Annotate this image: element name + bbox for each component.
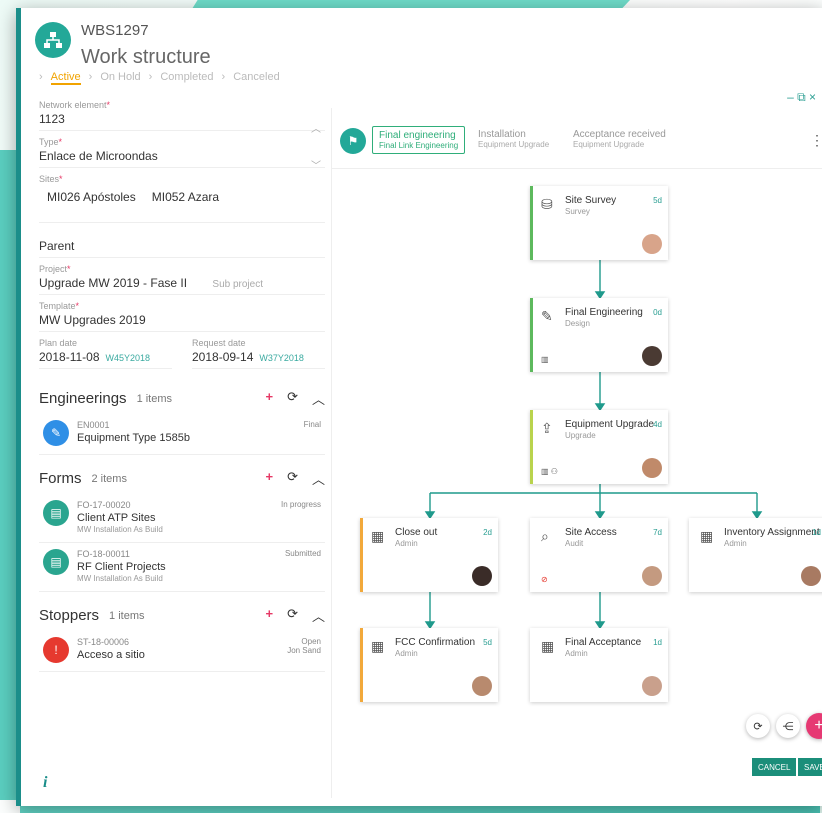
page-title: Work structure — [81, 46, 211, 68]
step-on-hold[interactable]: On Hold — [100, 71, 140, 85]
step-active[interactable]: Active — [50, 71, 81, 85]
add-icon[interactable]: + — [265, 469, 273, 488]
stoppers-section: Stoppers 1 items + ⟳ ︿ ! ST-18-00006 Acc… — [39, 606, 325, 672]
workflow-node[interactable]: ▦ Inventory Assignment Admin 1d — [689, 518, 822, 592]
type-field[interactable]: Type* Enlace de Microondas ﹀ — [39, 137, 325, 172]
sites-field[interactable]: Sites* MI026 Apóstoles MI052 Azara — [39, 174, 325, 223]
avatar[interactable] — [472, 566, 492, 586]
details-panel: Network element* 1123 ︿ Type* Enlace de … — [39, 100, 325, 672]
avatar[interactable] — [472, 676, 492, 696]
list-item[interactable]: ! ST-18-00006 Acceso a sitio Open Jon San… — [39, 631, 325, 672]
status-steps: › Active › On Hold › Completed › Cancele… — [39, 71, 280, 85]
workflow-node[interactable]: ✎ Final Engineering Design 0d ▥ — [530, 298, 668, 372]
forms-section: Forms 2 items + ⟳ ︿ ▤ FO-17-00020 Client… — [39, 469, 325, 592]
upgrade-icon: ⇪ — [541, 420, 553, 436]
wrench-icon: ✎ — [43, 420, 69, 446]
workflow-node[interactable]: ▦ Final Acceptance Admin 1d — [530, 628, 668, 702]
calendar-icon: ▦ — [700, 528, 714, 544]
avatar[interactable] — [642, 458, 662, 478]
add-icon[interactable]: + — [265, 389, 273, 408]
avatar[interactable] — [642, 346, 662, 366]
calendar-icon: ▦ — [371, 528, 385, 544]
network-element-field[interactable]: Network element* 1123 ︿ — [39, 100, 325, 135]
project-field[interactable]: Project* Upgrade MW 2019 - Fase II Sub p… — [39, 264, 325, 295]
alert-icon: ! — [43, 637, 69, 663]
workflow-node[interactable]: ⌕ Site Access Audit 7d ⊘ — [530, 518, 668, 592]
clipboard-icon: ▤ — [43, 549, 69, 575]
chevron-up-icon[interactable]: ︿ — [312, 606, 325, 625]
share-icon[interactable]: ⋲ — [776, 714, 800, 738]
window-controls[interactable]: – ⧉ × — [787, 90, 816, 105]
survey-icon: ⛁ — [541, 196, 553, 212]
workflow-panel: ⚑ Final engineering Final Link Engineerin… — [331, 108, 822, 798]
search-icon: ⌕ — [541, 528, 549, 544]
refresh-icon[interactable]: ⟳ — [287, 469, 298, 488]
avatar[interactable] — [801, 566, 821, 586]
sub-project-input[interactable]: Sub project — [212, 279, 263, 290]
wbs-code: WBS1297 — [81, 22, 149, 39]
chevron-down-icon[interactable]: ﹀ — [311, 157, 321, 172]
hierarchy-icon — [35, 22, 71, 58]
request-date-field[interactable]: Request date 2018-09-14 W37Y2018 — [192, 338, 325, 369]
workflow-node[interactable]: ⛁ Site Survey Survey 5d — [530, 186, 668, 260]
calendar-icon: ▦ — [541, 638, 555, 654]
workflow-node[interactable]: ▦ FCC Confirmation Admin 5d — [360, 628, 498, 702]
chevron-up-icon[interactable]: ︿ — [312, 469, 325, 488]
header: WBS1297 Work structure › Active › On Hol… — [21, 8, 822, 105]
save-button[interactable]: SAVE — [798, 758, 822, 776]
briefcase-user-icon: ▥ ⚇ — [541, 467, 558, 476]
cancel-button[interactable]: CANCEL — [752, 758, 797, 776]
avatar[interactable] — [642, 676, 662, 696]
avatar[interactable] — [642, 234, 662, 254]
refresh-icon[interactable]: ⟳ — [287, 606, 298, 625]
template-field[interactable]: Template* MW Upgrades 2019 — [39, 301, 325, 332]
workflow-node[interactable]: ▦ Close out Admin 2d — [360, 518, 498, 592]
list-item[interactable]: ▤ FO-18-00011 RF Client Projects MW Inst… — [39, 543, 325, 592]
add-icon[interactable]: + — [265, 606, 273, 625]
site-chip[interactable]: MI026 Apóstoles — [47, 190, 136, 204]
pencil-icon: ✎ — [541, 308, 553, 324]
list-item[interactable]: ▤ FO-17-00020 Client ATP Sites MW Instal… — [39, 494, 325, 543]
refresh-icon[interactable]: ⟳ — [287, 389, 298, 408]
info-icon[interactable]: i — [43, 774, 47, 792]
step-completed[interactable]: Completed — [160, 71, 213, 85]
workflow-node[interactable]: ⇪ Equipment Upgrade Upgrade 4d ▥ ⚇ — [530, 410, 668, 484]
clipboard-icon: ▤ — [43, 500, 69, 526]
step-canceled[interactable]: Canceled — [233, 71, 279, 85]
parent-field[interactable]: Parent — [39, 229, 325, 258]
alert-icon: ⊘ — [541, 575, 548, 584]
engineerings-section: Engineerings 1 items + ⟳ ︿ ✎ EN0001 Equi… — [39, 389, 325, 455]
briefcase-icon: ▥ — [541, 355, 549, 364]
chevron-up-icon[interactable]: ︿ — [312, 389, 325, 408]
chevron-up-icon[interactable]: ︿ — [311, 120, 321, 135]
refresh-icon[interactable]: ⟳ — [746, 714, 770, 738]
list-item[interactable]: ✎ EN0001 Equipment Type 1585b Final — [39, 414, 325, 455]
plan-date-field[interactable]: Plan date 2018-11-08 W45Y2018 — [39, 338, 172, 369]
work-structure-window: WBS1297 Work structure › Active › On Hol… — [16, 8, 822, 806]
avatar[interactable] — [642, 566, 662, 586]
site-chip[interactable]: MI052 Azara — [152, 190, 219, 204]
calendar-icon: ▦ — [371, 638, 385, 654]
